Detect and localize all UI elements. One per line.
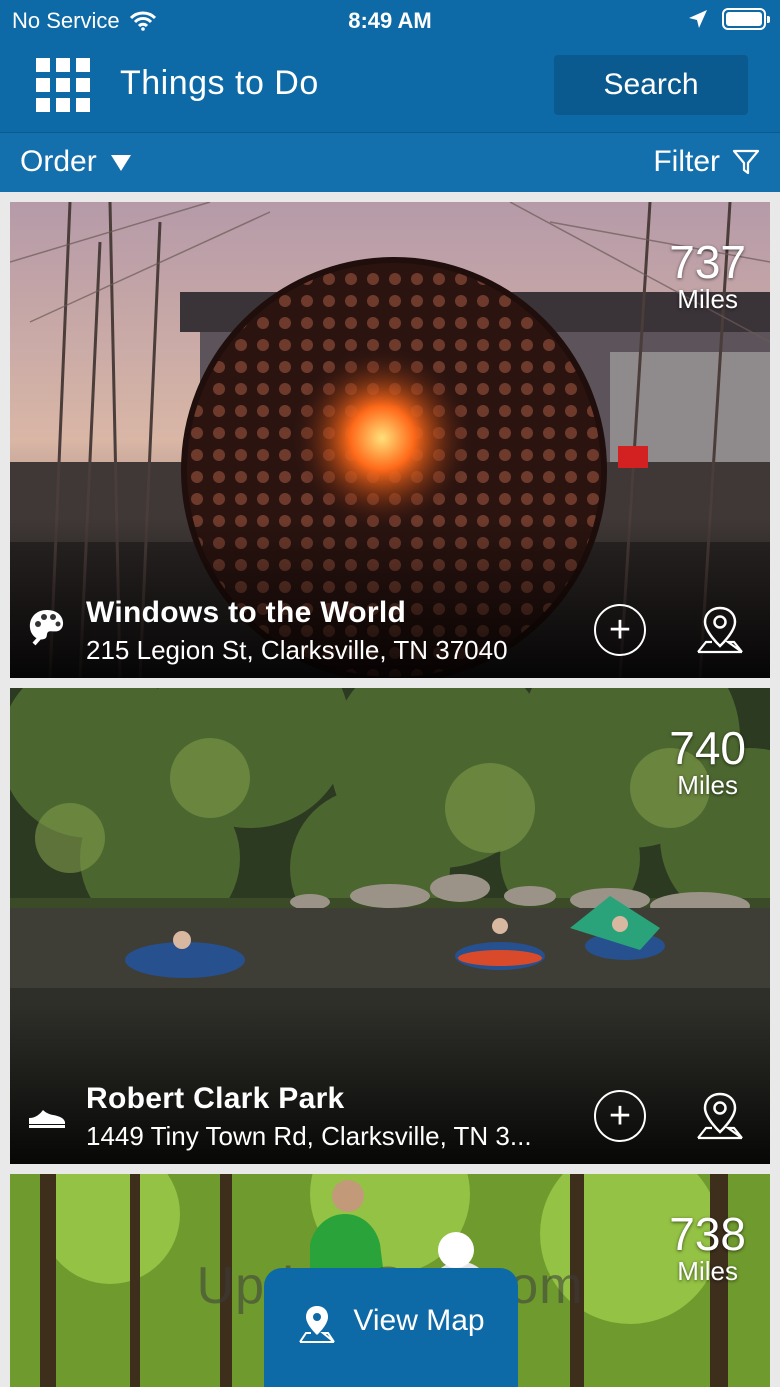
- shoe-icon: [29, 1110, 65, 1128]
- attraction-name: Robert Clark Park: [86, 1082, 345, 1115]
- distance-value: 740: [669, 722, 746, 774]
- order-dropdown[interactable]: Order: [20, 145, 131, 179]
- map-pin-icon[interactable]: [692, 602, 748, 658]
- attraction-address: 1449 Tiny Town Rd, Clarksville, TN 3...: [86, 1121, 532, 1151]
- distance-value: 737: [669, 236, 746, 288]
- filter-button[interactable]: Filter: [653, 145, 760, 179]
- search-button[interactable]: Search: [554, 55, 748, 115]
- battery-icon: [722, 8, 770, 30]
- distance-unit: Miles: [677, 284, 738, 314]
- app-header: Things to Do Search: [0, 40, 780, 132]
- attraction-name: Windows to the World: [86, 596, 407, 629]
- view-map-label: View Map: [353, 1304, 485, 1337]
- location-arrow-icon: [689, 10, 707, 28]
- app-menu-grid-icon[interactable]: [36, 58, 92, 114]
- sort-filter-bar: Order Filter: [0, 132, 780, 192]
- distance-value: 738: [669, 1208, 746, 1260]
- add-plus-icon[interactable]: +: [594, 1090, 646, 1142]
- status-time: 8:49 AM: [348, 8, 432, 33]
- distance-badge: 737 Miles: [669, 238, 746, 312]
- page-title: Things to Do: [120, 64, 319, 102]
- chevron-down-icon: [110, 155, 131, 171]
- attraction-card[interactable]: 737 Miles Windows to the World 215 Legio…: [10, 202, 770, 678]
- distance-unit: Miles: [677, 1256, 738, 1286]
- attraction-address: 215 Legion St, Clarksville, TN 37040: [86, 635, 508, 665]
- distance-badge: 740 Miles: [669, 724, 746, 798]
- add-plus-icon[interactable]: +: [594, 604, 646, 656]
- status-bar: No Service 8:49 AM: [0, 0, 780, 40]
- view-map-button[interactable]: View Map: [264, 1268, 518, 1387]
- filter-funnel-icon: [732, 149, 760, 175]
- attraction-card[interactable]: 740 Miles Robert Clark Park 1449 Tiny To…: [10, 688, 770, 1164]
- distance-badge: 738 Miles: [669, 1210, 746, 1284]
- palette-icon: [29, 610, 64, 646]
- filter-label: Filter: [653, 145, 720, 178]
- order-label: Order: [20, 145, 97, 178]
- map-pin-icon: [299, 1306, 336, 1343]
- map-pin-icon[interactable]: [692, 1088, 748, 1144]
- distance-unit: Miles: [677, 770, 738, 800]
